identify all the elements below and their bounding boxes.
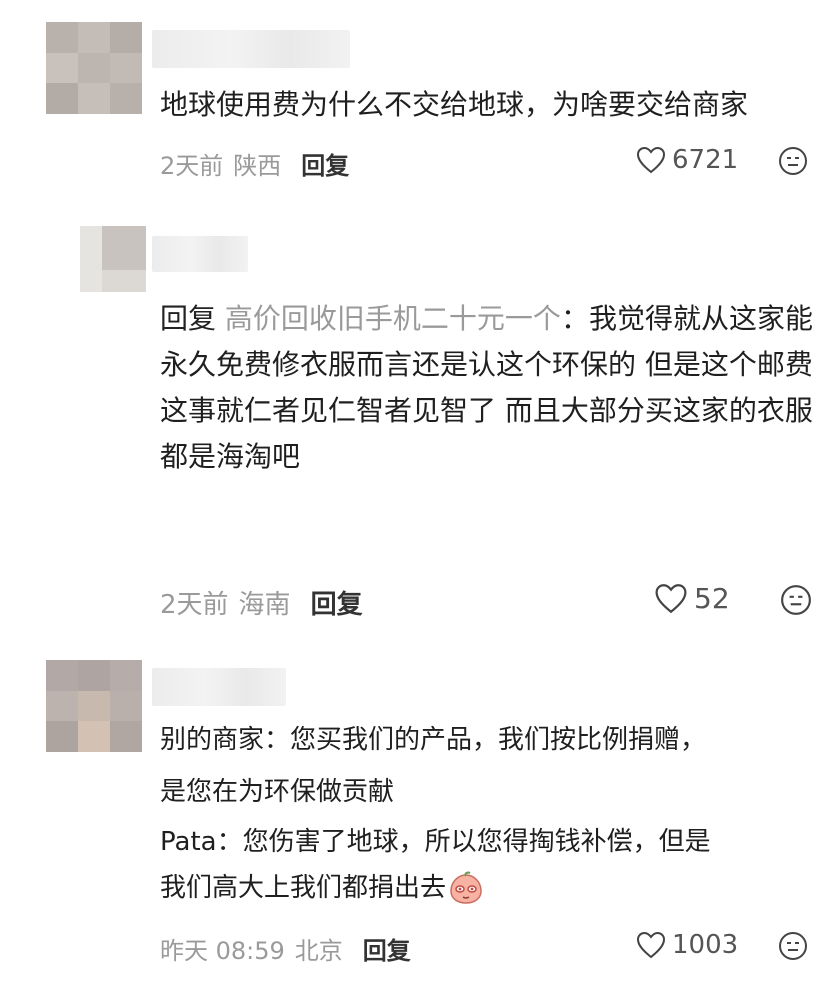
comment-text: 回复 高价回收旧手机二十元一个：我觉得就从这家能永久免费修衣服而言还是认这个环保…	[160, 296, 830, 480]
comment-text: 地球使用费为什么不交给地球，为啥要交给商家	[160, 88, 749, 121]
comment-meta: 昨天 08:59 北京 回复	[160, 931, 411, 966]
username[interactable]	[152, 668, 286, 706]
comment-time: 2天前	[160, 590, 229, 620]
comment-text-line: 我们高大上我们都捐出去	[160, 873, 447, 903]
reply-button[interactable]: 回复	[301, 146, 349, 181]
comment-meta: 2天前 海南 回复	[160, 584, 363, 621]
emoji-face-icon[interactable]	[778, 146, 808, 176]
comment-text-line: 是您在为环保做贡献	[160, 777, 395, 807]
like-button[interactable]: 52	[654, 582, 730, 615]
comment-location: 北京	[294, 937, 343, 965]
like-count: 1003	[672, 930, 739, 960]
username[interactable]	[152, 30, 350, 68]
heart-outline-icon	[636, 146, 666, 174]
heart-outline-icon	[655, 584, 687, 614]
avatar[interactable]	[46, 660, 142, 752]
comment-text-line: 别的商家：您买我们的产品，我们按比例捐赠，	[160, 725, 707, 755]
avatar[interactable]	[80, 226, 146, 292]
emoji-face-icon[interactable]	[778, 931, 808, 961]
reply-button[interactable]: 回复	[311, 584, 363, 621]
comment-location: 海南	[238, 590, 291, 620]
comment-time: 2天前	[160, 152, 224, 180]
reply-target-user[interactable]: 高价回收旧手机二十元一个	[225, 302, 561, 335]
comment-time: 昨天 08:59	[160, 937, 285, 965]
reply-prefix: 回复	[160, 302, 217, 335]
like-button[interactable]: 1003	[636, 930, 738, 960]
comment-location: 陕西	[233, 152, 282, 180]
comment-text-line: Pata：您伤害了地球，所以您得掏钱补偿，但是	[160, 827, 711, 857]
avatar[interactable]	[46, 22, 142, 114]
peach-face-emoji	[450, 871, 482, 904]
like-button[interactable]: 6721	[636, 145, 738, 175]
heart-outline-icon	[636, 931, 666, 959]
comment-meta: 2天前 陕西 回复	[160, 146, 349, 181]
username[interactable]	[152, 236, 248, 272]
reply-button[interactable]: 回复	[363, 931, 411, 966]
like-count: 52	[694, 582, 730, 615]
comment-text-line-with-emoji: 我们高大上我们都捐出去	[160, 866, 484, 910]
emoji-face-icon[interactable]	[780, 584, 812, 616]
like-count: 6721	[672, 145, 739, 175]
